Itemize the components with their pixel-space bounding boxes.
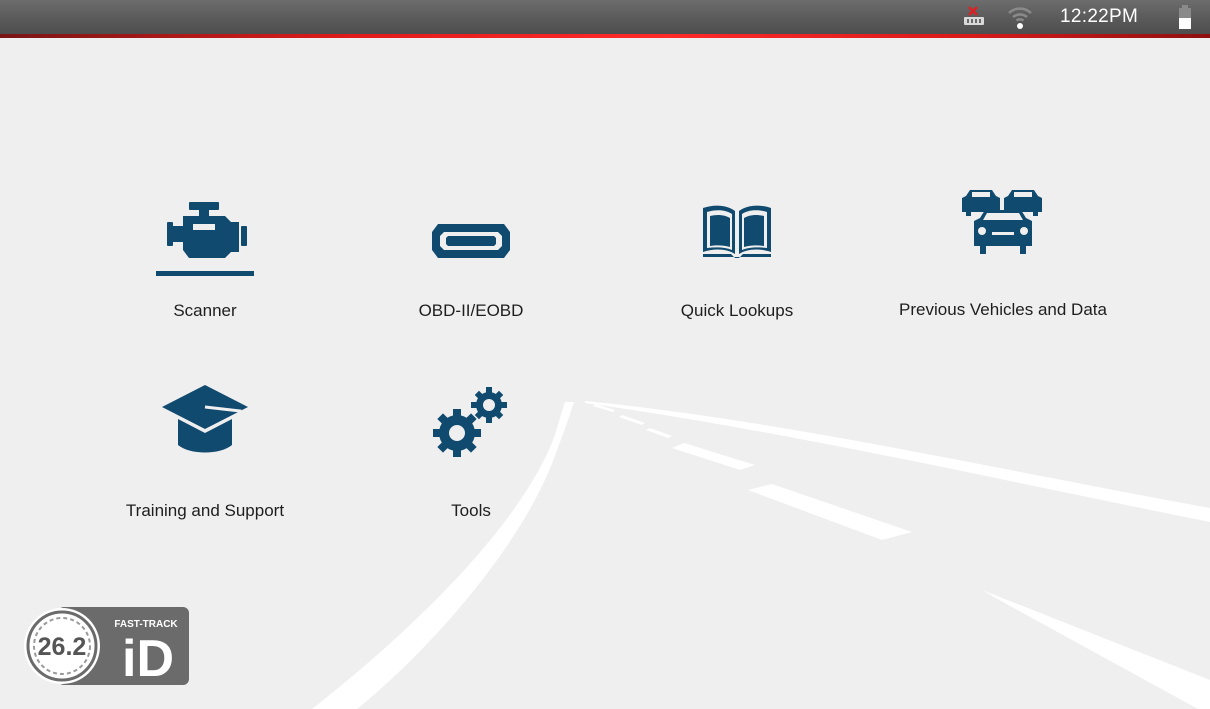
engine-icon [163,200,247,265]
tile-training[interactable]: Training and Support [90,376,320,521]
tile-tools[interactable]: Tools [356,376,586,521]
obd-connector-icon [430,220,512,265]
selection-underline [156,271,254,276]
version-number: 26.2 [38,633,87,661]
tile-label: Training and Support [125,501,285,520]
product-mark: iD [122,630,174,686]
graduation-cap-icon [160,383,250,466]
clock: 12:22PM [1060,6,1139,27]
tile-label: Previous Vehicles and Data [899,300,1107,319]
tile-label: Quick Lookups [680,301,794,320]
wifi-icon [1006,0,1034,34]
tile-quick-lookups[interactable]: Quick Lookups [622,175,852,321]
product-name: FAST-TRACK [114,619,178,630]
tile-label: Scanner [173,301,237,320]
vci-disconnected-icon [961,0,987,34]
tile-label: Tools [451,501,491,520]
tile-obd[interactable]: OBD-II/EOBD [356,175,586,321]
tile-scanner[interactable]: Scanner [90,175,320,321]
tile-previous-vehicles[interactable]: Previous Vehicles and Data [888,175,1118,320]
gears-icon [431,385,511,466]
open-book-icon [701,202,773,265]
cars-icon [960,188,1046,265]
status-bar: 12:22PM [0,0,1210,34]
battery-icon [1177,0,1193,34]
tile-label: OBD-II/EOBD [418,301,524,320]
fast-track-id-logo: 26.2 FAST-TRACK iD [24,606,190,688]
